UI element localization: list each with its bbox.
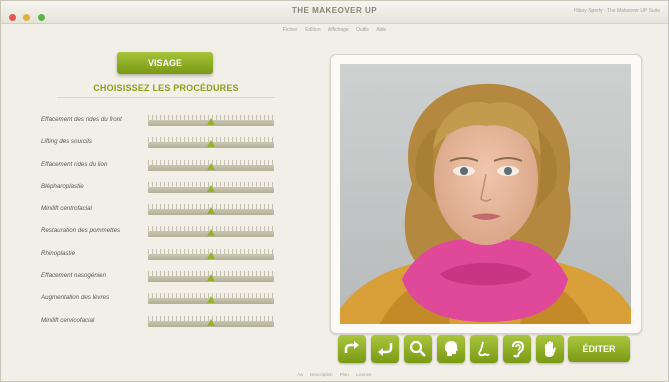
- procedure-label: Restauration des pommettes: [41, 227, 121, 235]
- procedure-row: Effacement des rides du front: [41, 114, 281, 136]
- menu-item[interactable]: Aide: [376, 27, 386, 33]
- footer: Aa Description Plan Licence: [1, 372, 668, 377]
- procedure-row: Restauration des pommettes: [41, 225, 281, 247]
- procedure-label: Minilift centrofacial: [41, 205, 92, 213]
- slider-thumb[interactable]: [207, 251, 215, 259]
- procedure-label: Blépharoplastie: [41, 182, 84, 190]
- procedure-label: Augmentation des lèvres: [41, 294, 110, 302]
- menu-item[interactable]: Fichier: [283, 27, 298, 33]
- procedures-heading: CHOISISSEZ LES PROCÉDURES: [93, 83, 239, 93]
- procedure-slider[interactable]: [148, 159, 274, 171]
- footer-link[interactable]: Aa: [297, 372, 303, 377]
- nose-icon[interactable]: [470, 335, 498, 363]
- procedure-label: Effacement nasogénien: [41, 272, 107, 280]
- magnifier-icon[interactable]: [404, 335, 432, 363]
- app-window: THE MAKEOVER UP Hilary Sperty · The Make…: [0, 0, 669, 382]
- footer-link[interactable]: Licence: [356, 372, 372, 377]
- slider-thumb[interactable]: [207, 140, 215, 148]
- photo-frame: [330, 54, 642, 334]
- footer-link[interactable]: Plan: [340, 372, 349, 377]
- redo-arrow-icon[interactable]: [338, 335, 366, 363]
- menu-item[interactable]: Édition: [305, 27, 320, 33]
- procedure-slider[interactable]: [148, 315, 274, 327]
- undo-arrow-icon[interactable]: [371, 335, 399, 363]
- procedure-label: Rhinoplastie: [41, 249, 76, 257]
- hand-icon[interactable]: [536, 335, 564, 363]
- slider-thumb[interactable]: [207, 118, 215, 125]
- slider-thumb[interactable]: [207, 296, 215, 304]
- close-window-button[interactable]: [9, 14, 16, 21]
- procedure-row: Effacement nasogénien: [41, 270, 281, 292]
- procedure-slider[interactable]: [148, 181, 274, 193]
- title-right-text: Hilary Sperty · The Makeover UP Suite: [574, 8, 660, 14]
- divider: [57, 97, 275, 98]
- procedure-row: Lifting des sourcils: [41, 136, 281, 158]
- slider-thumb[interactable]: [207, 207, 215, 215]
- procedure-label: Lifting des sourcils: [41, 138, 92, 146]
- procedure-row: Augmentation des lèvres: [41, 292, 281, 314]
- menu-bar: Fichier Édition Affichage Outils Aide: [1, 27, 668, 33]
- portrait-illustration: [340, 64, 631, 324]
- slider-thumb[interactable]: [207, 318, 215, 326]
- zoom-window-button[interactable]: [37, 14, 45, 21]
- ear-icon[interactable]: [503, 335, 531, 363]
- head-profile-icon[interactable]: [437, 335, 465, 363]
- procedure-slider[interactable]: [148, 226, 274, 238]
- procedure-slider[interactable]: [148, 115, 274, 126]
- menu-item[interactable]: Affichage: [328, 27, 349, 33]
- procedure-slider[interactable]: [148, 248, 274, 260]
- procedure-label: Effacement des rides du front: [41, 116, 122, 123]
- procedure-slider[interactable]: [148, 204, 274, 216]
- portrait-photo[interactable]: [340, 64, 631, 324]
- procedure-label: Minilift cervicofacial: [41, 316, 95, 324]
- procedure-row: Rhinoplastie: [41, 248, 281, 270]
- edit-button[interactable]: ÉDITER: [568, 336, 630, 362]
- procedure-label: Effacement rides du lion: [41, 160, 108, 168]
- slider-thumb[interactable]: [207, 274, 215, 282]
- procedure-row: Minilift centrofacial: [41, 203, 281, 225]
- slider-thumb[interactable]: [207, 184, 215, 192]
- procedure-slider[interactable]: [148, 271, 274, 283]
- slider-thumb[interactable]: [207, 229, 215, 237]
- slider-thumb[interactable]: [207, 162, 215, 170]
- title-bar: THE MAKEOVER UP Hilary Sperty · The Make…: [1, 1, 668, 24]
- minimize-window-button[interactable]: [23, 14, 31, 21]
- procedure-slider[interactable]: [148, 293, 274, 305]
- visage-category-button[interactable]: VISAGE: [117, 52, 213, 74]
- procedure-row: Minilift cervicofacial: [41, 315, 281, 337]
- procedure-slider[interactable]: [148, 137, 274, 149]
- procedure-row: Blépharoplastie: [41, 181, 281, 203]
- footer-link[interactable]: Description: [310, 372, 333, 377]
- procedure-list: Effacement des rides du front Lifting des…: [41, 114, 281, 337]
- menu-item[interactable]: Outils: [356, 27, 369, 33]
- procedure-row: Effacement rides du lion: [41, 159, 281, 181]
- app-title: THE MAKEOVER UP: [291, 6, 378, 15]
